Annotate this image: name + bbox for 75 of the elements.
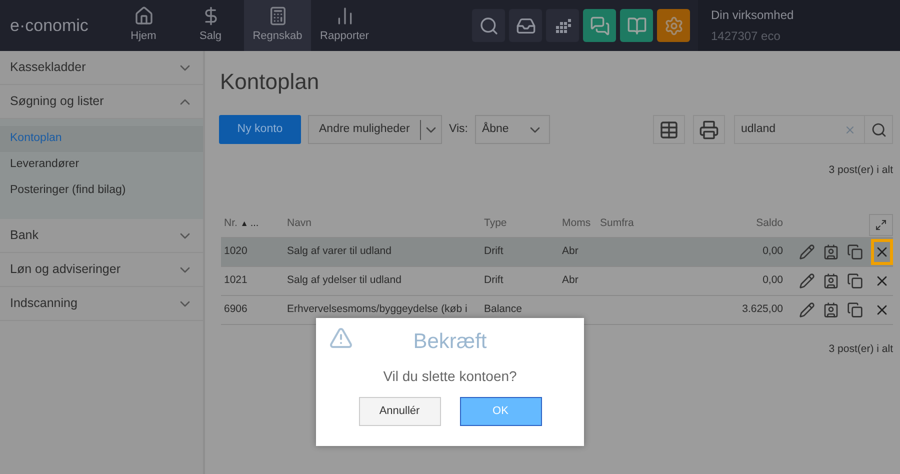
- inbox-icon: [516, 16, 536, 36]
- column-menu[interactable]: ...: [250, 216, 259, 232]
- table-cell-text: Salg af varer til udland: [287, 244, 392, 259]
- cancel-button[interactable]: Annullér: [358, 396, 440, 426]
- sidebar-item[interactable]: Posteringer (find bilag): [0, 178, 203, 204]
- table-cell-text: Erhvervelsesmoms/byggeydelse (køb i: [287, 302, 468, 317]
- table-cell-text: 0,00: [762, 272, 783, 288]
- view-label: Vis:: [449, 122, 468, 137]
- print-button[interactable]: [693, 115, 725, 144]
- table-cell-text: Abr: [562, 272, 578, 288]
- table-cell-text: Drift: [484, 244, 504, 259]
- dots-button[interactable]: [546, 9, 579, 42]
- expand-button[interactable]: [869, 214, 893, 236]
- edit-icon[interactable]: [799, 272, 815, 289]
- table-cell-text: 0,00: [762, 244, 783, 259]
- page-title: Kontoplan: [220, 68, 320, 96]
- contact-card-icon[interactable]: [823, 302, 839, 318]
- search-button[interactable]: [472, 9, 505, 42]
- search-icon: [478, 16, 498, 36]
- table-cell-text: 3.625,00: [742, 302, 783, 317]
- edit-icon[interactable]: [799, 244, 815, 260]
- table-cell-text: Abr: [562, 244, 578, 259]
- sidebar-section[interactable]: Bank: [0, 219, 203, 253]
- sort-arrow[interactable]: ▲: [240, 218, 248, 230]
- more-options-dropdown[interactable]: Andre muligheder: [308, 115, 442, 144]
- settings-icon: [664, 16, 684, 36]
- expand-icon: [875, 218, 887, 231]
- dots-icon: [554, 18, 570, 34]
- table-row[interactable]: 1021 Salg af ydelser til udland Drift Abr 0,00: [221, 266, 893, 296]
- copy-icon[interactable]: [847, 302, 863, 318]
- table-cell-text: Salg af ydelser til udland: [287, 272, 402, 288]
- record-count: 3 post(er) i alt: [828, 163, 893, 178]
- account-panel[interactable]: Din virksomhed 1427307 eco: [698, 0, 900, 51]
- sidebar-section[interactable]: Indscanning: [0, 287, 203, 321]
- chat-icon: [590, 16, 610, 36]
- column-header[interactable]: Navn: [287, 216, 312, 232]
- company-name: Din virksomhed: [711, 7, 795, 24]
- contact-card-icon[interactable]: [823, 272, 839, 289]
- table-cell-text: Balance: [484, 302, 522, 317]
- table-view-button[interactable]: [653, 115, 685, 144]
- table-cell-text: 6906: [224, 302, 248, 317]
- column-header[interactable]: Saldo: [756, 216, 783, 232]
- sidebar-item[interactable]: Leverandører: [0, 152, 203, 178]
- search-icon[interactable]: [870, 122, 886, 138]
- delete-button[interactable]: [871, 238, 893, 265]
- copy-icon[interactable]: [847, 244, 863, 260]
- table-cell-text: 1021: [224, 272, 248, 288]
- inbox-button[interactable]: [509, 9, 542, 42]
- contact-card-icon[interactable]: [823, 244, 839, 260]
- edit-icon[interactable]: [799, 302, 815, 318]
- column-header[interactable]: Type: [484, 216, 507, 232]
- sidebar-section[interactable]: Løn og adviseringer: [0, 253, 203, 287]
- view-select[interactable]: Åbne: [474, 115, 550, 144]
- table-row[interactable]: 1020 Salg af varer til udland Drift Abr 0,00: [221, 238, 893, 267]
- home-icon: [134, 6, 154, 26]
- search-field[interactable]: udland: [734, 115, 893, 144]
- printer-icon: [699, 120, 719, 140]
- sidebar-section[interactable]: Kassekladder: [0, 51, 203, 85]
- account-id: 1427307 eco: [711, 28, 782, 45]
- table-icon: [659, 120, 679, 140]
- table-cell-text: 1020: [224, 244, 248, 259]
- book-icon: [626, 16, 646, 36]
- record-count: 3 post(er) i alt: [828, 342, 893, 357]
- dialog-message: Vil du slette kontoen?: [383, 366, 517, 386]
- logo: e·conomic: [10, 14, 90, 37]
- dialog-title: Bekræft: [413, 329, 487, 355]
- table-cell-text: Drift: [484, 272, 504, 288]
- nav-tab[interactable]: Regnskab: [244, 0, 311, 51]
- new-account-button[interactable]: Ny konto: [219, 115, 301, 144]
- column-header[interactable]: Sumfra: [600, 216, 634, 232]
- calculator-icon: [268, 6, 288, 26]
- column-header[interactable]: Moms: [562, 216, 591, 232]
- copy-icon[interactable]: [847, 272, 863, 289]
- warning-icon: [328, 326, 354, 350]
- column-header[interactable]: Nr.: [224, 216, 238, 232]
